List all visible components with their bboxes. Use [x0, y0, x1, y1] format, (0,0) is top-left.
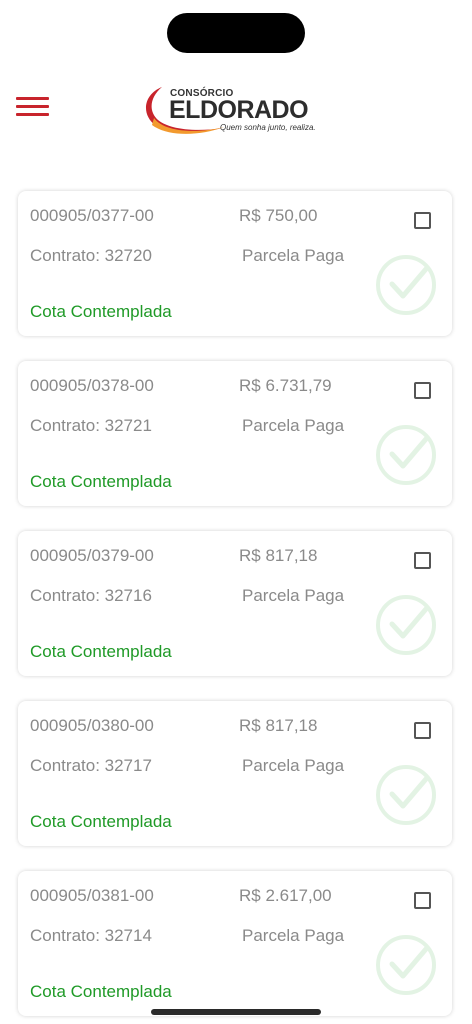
checkbox-icon[interactable]: [414, 722, 431, 739]
home-indicator[interactable]: [151, 1009, 321, 1015]
cota-status: Cota Contemplada: [30, 812, 172, 831]
quota-number: 000905/0381-00: [30, 886, 154, 905]
check-circle-icon: [376, 425, 436, 485]
quota-card[interactable]: 000905/0380-00 R$ 817,18 Contrato: 32717…: [18, 701, 452, 846]
cota-status: Cota Contemplada: [30, 982, 172, 1001]
check-circle-icon: [376, 255, 436, 315]
contract-number: Contrato: 32717: [30, 756, 152, 775]
check-circle-icon: [376, 765, 436, 825]
cota-status: Cota Contemplada: [30, 302, 172, 321]
contract-number: Contrato: 32716: [30, 586, 152, 605]
checkbox-icon[interactable]: [414, 212, 431, 229]
quota-amount: R$ 817,18: [239, 716, 318, 735]
checkbox-icon[interactable]: [414, 552, 431, 569]
logo-main-text: ELDORADO: [169, 96, 309, 124]
contract-number: Contrato: 32714: [30, 926, 152, 945]
payment-status: Parcela Paga: [242, 756, 345, 775]
hamburger-menu-icon[interactable]: [14, 94, 52, 124]
quota-card[interactable]: 000905/0378-00 R$ 6.731,79 Contrato: 327…: [18, 361, 452, 506]
payment-status: Parcela Paga: [242, 246, 345, 265]
check-circle-icon: [376, 595, 436, 655]
quota-amount: R$ 2.617,00: [239, 886, 332, 905]
camera-notch: [167, 13, 305, 53]
quota-amount: R$ 750,00: [239, 206, 318, 225]
cota-status: Cota Contemplada: [30, 472, 172, 491]
quota-amount: R$ 6.731,79: [239, 376, 332, 395]
quota-number: 000905/0380-00: [30, 716, 154, 735]
quota-card[interactable]: 000905/0377-00 R$ 750,00 Contrato: 32720…: [18, 191, 452, 336]
checkbox-icon[interactable]: [414, 382, 431, 399]
eldorado-logo: CONSÓRCIO ELDORADO Quem sonha junto, rea…: [140, 82, 330, 138]
payment-status: Parcela Paga: [242, 926, 345, 945]
quota-number: 000905/0378-00: [30, 376, 154, 395]
quota-number: 000905/0379-00: [30, 546, 154, 565]
cota-status: Cota Contemplada: [30, 642, 172, 661]
quota-amount: R$ 817,18: [239, 546, 318, 565]
payment-status: Parcela Paga: [242, 586, 345, 605]
quota-card[interactable]: 000905/0379-00 R$ 817,18 Contrato: 32716…: [18, 531, 452, 676]
contract-number: Contrato: 32721: [30, 416, 152, 435]
logo-slogan-text: Quem sonha junto, realiza.: [220, 123, 316, 132]
quota-number: 000905/0377-00: [30, 206, 154, 225]
payment-status: Parcela Paga: [242, 416, 345, 435]
quota-card[interactable]: 000905/0381-00 R$ 2.617,00 Contrato: 327…: [18, 871, 452, 1016]
check-circle-icon: [376, 935, 436, 995]
checkbox-icon[interactable]: [414, 892, 431, 909]
contract-number: Contrato: 32720: [30, 246, 152, 265]
